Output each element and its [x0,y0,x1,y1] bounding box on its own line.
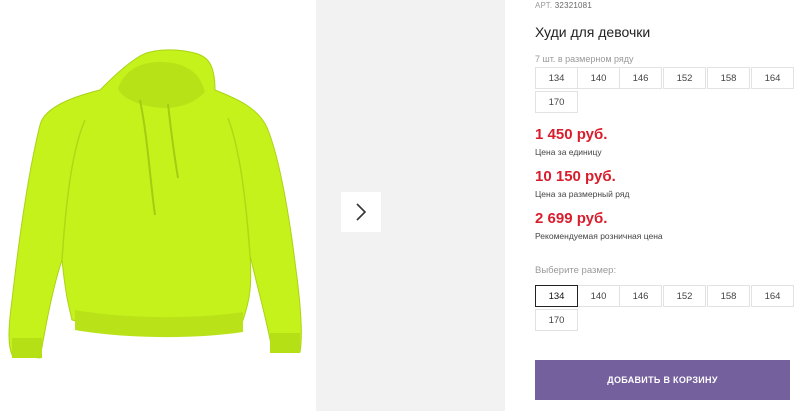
article-label: АРТ. [535,1,553,10]
unit-price-label: Цена за единицу [535,147,602,157]
add-to-cart-button[interactable]: ДОБАВИТЬ В КОРЗИНУ [535,360,790,400]
product-title: Худи для девочки [535,24,651,40]
unit-price: 1 450 руб. [535,126,608,143]
next-image-button[interactable] [341,192,381,232]
size-option[interactable]: 170 [535,309,578,331]
size-option-selected[interactable]: 134 [535,285,578,307]
range-price-label: Цена за размерный ряд [535,189,630,199]
product-info: АРТ. 32321081 Худи для девочки 7 шт. в р… [535,0,800,411]
size-range-cell: 164 [751,67,794,89]
size-select-caption: Выберите размер: [535,265,617,276]
gallery-panel [316,0,505,411]
article-number: АРТ. 32321081 [535,1,592,10]
size-option[interactable]: 146 [619,285,662,307]
retail-price: 2 699 руб. [535,210,608,227]
article-value: 32321081 [554,1,592,10]
size-range-cell: 152 [663,67,706,89]
size-range-cell: 146 [619,67,662,89]
chevron-right-icon [356,203,367,221]
size-option[interactable]: 158 [707,285,750,307]
size-range-cell: 170 [535,91,578,113]
size-range-caption: 7 шт. в размерном ряду [535,54,634,64]
size-option[interactable]: 140 [577,285,620,307]
size-range-cell: 158 [707,67,750,89]
size-range-cell: 140 [577,67,620,89]
retail-price-label: Рекомендуемая розничная цена [535,231,663,241]
range-price: 10 150 руб. [535,168,616,185]
size-option[interactable]: 164 [751,285,794,307]
size-range-cell: 134 [535,67,578,89]
product-image[interactable] [0,0,316,411]
size-option[interactable]: 152 [663,285,706,307]
hoodie-illustration [8,49,302,359]
